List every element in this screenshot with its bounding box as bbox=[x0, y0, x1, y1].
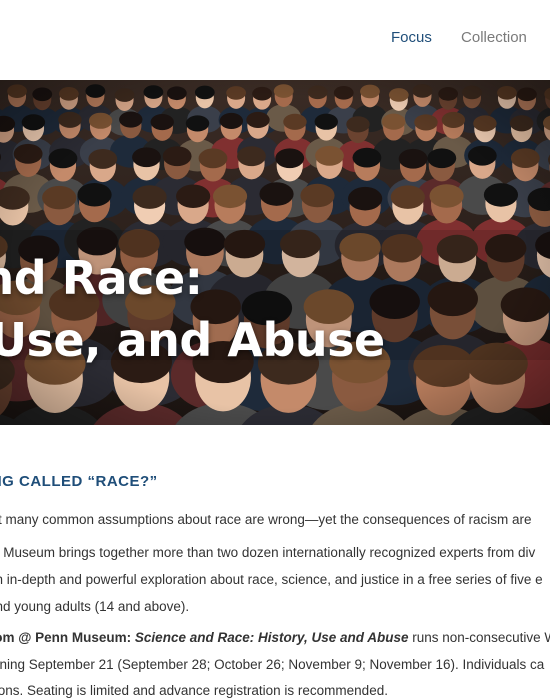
description-line-1: n Museum brings together more than two d… bbox=[0, 545, 536, 560]
section-heading: S THING CALLED “RACE?” bbox=[0, 473, 158, 490]
description-line-3: and young adults (14 and above). bbox=[0, 599, 190, 614]
hero-title-line-2: ory, Use, and Abuse bbox=[0, 313, 385, 367]
page: Focus Collection ce and Race bbox=[0, 0, 550, 700]
main-nav: Focus Collection bbox=[391, 29, 550, 46]
hero-title-line-1: ce and Race: bbox=[0, 251, 203, 305]
schedule-line-1-rest: runs non-consecutive We bbox=[408, 630, 550, 645]
hero-title: ce and Race: ory, Use, and Abuse bbox=[0, 247, 385, 371]
hero-banner: ce and Race: ory, Use, and Abuse bbox=[0, 80, 550, 425]
nav-link-collection[interactable]: Collection bbox=[461, 29, 527, 46]
schedule-line-1: oom @ Penn Museum: Science and Race: His… bbox=[0, 630, 550, 645]
intro-paragraph: hat many common assumptions about race a… bbox=[0, 512, 532, 527]
top-navigation-bar: Focus Collection bbox=[0, 0, 550, 80]
schedule-lead: oom @ Penn Museum: bbox=[0, 630, 135, 645]
series-title: Science and Race: History, Use and Abuse bbox=[134, 630, 409, 645]
main-content: S THING CALLED “RACE?” hat many common a… bbox=[0, 425, 550, 700]
description-line-2: an in-depth and powerful exploration abo… bbox=[0, 572, 543, 587]
schedule-line-2: nning September 21 (September 28; Octobe… bbox=[0, 657, 545, 672]
nav-link-focus[interactable]: Focus bbox=[391, 29, 432, 46]
schedule-line-3: sions. Seating is limited and advance re… bbox=[0, 683, 388, 698]
